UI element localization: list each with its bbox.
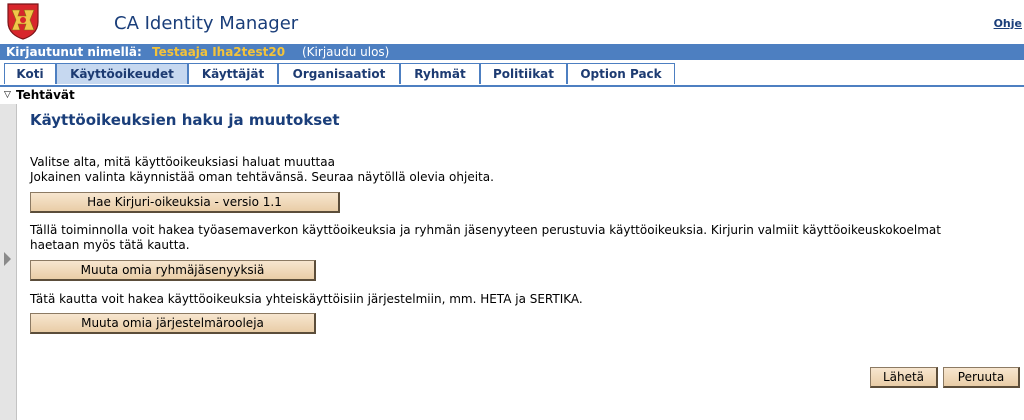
muuta-jarjestelmarooleja-button[interactable]: Muuta omia järjestelmärooleja — [30, 313, 316, 334]
kirjuri-description-line-1: Tällä toiminnolla voit hakea työasemaver… — [30, 223, 941, 237]
muuta-ryhmajasenyyksia-button[interactable]: Muuta omia ryhmäjäsenyyksiä — [30, 260, 316, 281]
page-title: Käyttöoikeuksien haku ja muutokset — [30, 111, 340, 129]
hae-kirjuri-oikeuksia-button[interactable]: Hae Kirjuri-oikeuksia - versio 1.1 — [30, 192, 340, 213]
submit-button[interactable]: Lähetä — [870, 367, 938, 388]
login-bar: Kirjautunut nimellä: Testaaja Iha2test20… — [0, 44, 1024, 60]
help-link[interactable]: Ohje — [994, 17, 1022, 30]
logout-link[interactable]: (Kirjaudu ulos) — [302, 44, 389, 60]
coat-of-arms-logo-icon — [7, 3, 39, 40]
jarjestelma-description: Tätä kautta voit hakea käyttöoikeuksia y… — [30, 292, 583, 306]
tab-politiikat[interactable]: Politiikat — [480, 63, 567, 84]
cancel-button[interactable]: Peruuta — [943, 367, 1020, 388]
tasks-label: Tehtävät — [16, 88, 75, 102]
triangle-down-icon: ▽ — [4, 90, 11, 100]
tab-kayttajat[interactable]: Käyttäjät — [188, 63, 278, 84]
kirjuri-description-line-2: haetaan myös tätä kautta. — [30, 238, 190, 252]
expand-arrow-icon[interactable] — [4, 252, 11, 266]
header: CA Identity Manager Ohje — [0, 0, 1024, 44]
tab-organisaatiot[interactable]: Organisaatiot — [278, 63, 400, 84]
tasks-header[interactable]: ▽ Tehtävät — [0, 87, 1024, 103]
logged-in-user: Testaaja Iha2test20 — [152, 45, 286, 59]
intro-line-1: Valitse alta, mitä käyttöoikeuksiasi hal… — [30, 155, 335, 169]
tab-option-pack[interactable]: Option Pack — [567, 63, 675, 84]
main-tabs: Koti Käyttöoikeudet Käyttäjät Organisaat… — [0, 61, 1024, 87]
tab-kayttooikeudet[interactable]: Käyttöoikeudet — [56, 63, 188, 84]
tab-koti[interactable]: Koti — [4, 63, 56, 84]
tab-ryhmat[interactable]: Ryhmät — [400, 63, 480, 84]
login-label: Kirjautunut nimellä: — [6, 45, 142, 59]
app-title: CA Identity Manager — [114, 13, 299, 34]
collapsed-side-panel[interactable] — [0, 104, 17, 420]
intro-line-2: Jokainen valinta käynnistää oman tehtävä… — [30, 170, 494, 184]
